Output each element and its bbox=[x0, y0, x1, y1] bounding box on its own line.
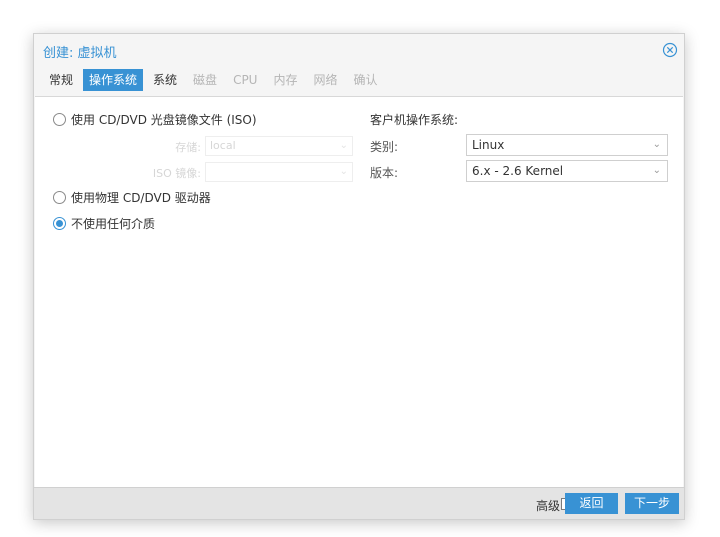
close-circle-icon[interactable] bbox=[662, 42, 678, 58]
no-media-label: 不使用任何介质 bbox=[71, 217, 156, 231]
physical-drive-option[interactable]: 使用物理 CD/DVD 驱动器 bbox=[53, 189, 211, 206]
tab-system[interactable]: 系统 bbox=[147, 69, 183, 91]
create-vm-dialog: 创建: 虚拟机 常规 操作系统 系统 磁盘 CPU 内存 网络 确认 使用 CD… bbox=[33, 33, 685, 520]
dialog-header: 创建: 虚拟机 常规 操作系统 系统 磁盘 CPU 内存 网络 确认 bbox=[34, 34, 684, 96]
tab-confirm[interactable]: 确认 bbox=[348, 69, 384, 91]
iso-option[interactable]: 使用 CD/DVD 光盘镜像文件 (ISO) bbox=[53, 111, 257, 128]
iso-image-select: ⌄ bbox=[205, 162, 353, 182]
guest-os-title: 客户机操作系统: bbox=[370, 113, 459, 127]
os-version-label: 版本: bbox=[370, 166, 399, 180]
tab-cpu[interactable]: CPU bbox=[227, 69, 263, 91]
dialog-footer: 高级 返回 下一步 bbox=[34, 487, 684, 519]
chevron-down-icon: ⌄ bbox=[652, 165, 661, 176]
next-button[interactable]: 下一步 bbox=[625, 493, 679, 514]
no-media-option[interactable]: 不使用任何介质 bbox=[53, 215, 155, 232]
physical-drive-label: 使用物理 CD/DVD 驱动器 bbox=[71, 191, 211, 205]
storage-label: 存储: bbox=[175, 141, 201, 154]
back-button[interactable]: 返回 bbox=[565, 493, 618, 514]
tab-network[interactable]: 网络 bbox=[307, 69, 343, 91]
chevron-down-icon: ⌄ bbox=[339, 140, 348, 151]
physical-drive-radio[interactable] bbox=[53, 191, 66, 204]
iso-radio[interactable] bbox=[53, 113, 66, 126]
os-version-select[interactable]: 6.x - 2.6 Kernel ⌄ bbox=[466, 160, 668, 182]
no-media-radio[interactable] bbox=[53, 217, 66, 230]
dialog-body: 使用 CD/DVD 光盘镜像文件 (ISO) 存储: local ⌄ ISO 镜… bbox=[35, 96, 683, 491]
wizard-tabs: 常规 操作系统 系统 磁盘 CPU 内存 网络 确认 bbox=[43, 69, 388, 91]
iso-image-label: ISO 镜像: bbox=[152, 167, 201, 180]
tab-disk[interactable]: 磁盘 bbox=[187, 69, 223, 91]
dialog-title: 创建: 虚拟机 bbox=[43, 46, 117, 61]
os-type-value: Linux bbox=[472, 138, 505, 152]
os-type-label: 类别: bbox=[370, 140, 399, 154]
tab-memory[interactable]: 内存 bbox=[267, 69, 303, 91]
advanced-label: 高级 bbox=[535, 499, 560, 513]
os-type-select[interactable]: Linux ⌄ bbox=[466, 134, 668, 156]
tab-os[interactable]: 操作系统 bbox=[83, 69, 144, 91]
tab-general[interactable]: 常规 bbox=[43, 69, 79, 91]
os-version-value: 6.x - 2.6 Kernel bbox=[472, 164, 564, 178]
chevron-down-icon: ⌄ bbox=[652, 139, 661, 150]
storage-value: local bbox=[210, 139, 236, 152]
chevron-down-icon: ⌄ bbox=[339, 166, 348, 177]
storage-select: local ⌄ bbox=[205, 136, 353, 156]
iso-option-label: 使用 CD/DVD 光盘镜像文件 (ISO) bbox=[71, 113, 257, 127]
